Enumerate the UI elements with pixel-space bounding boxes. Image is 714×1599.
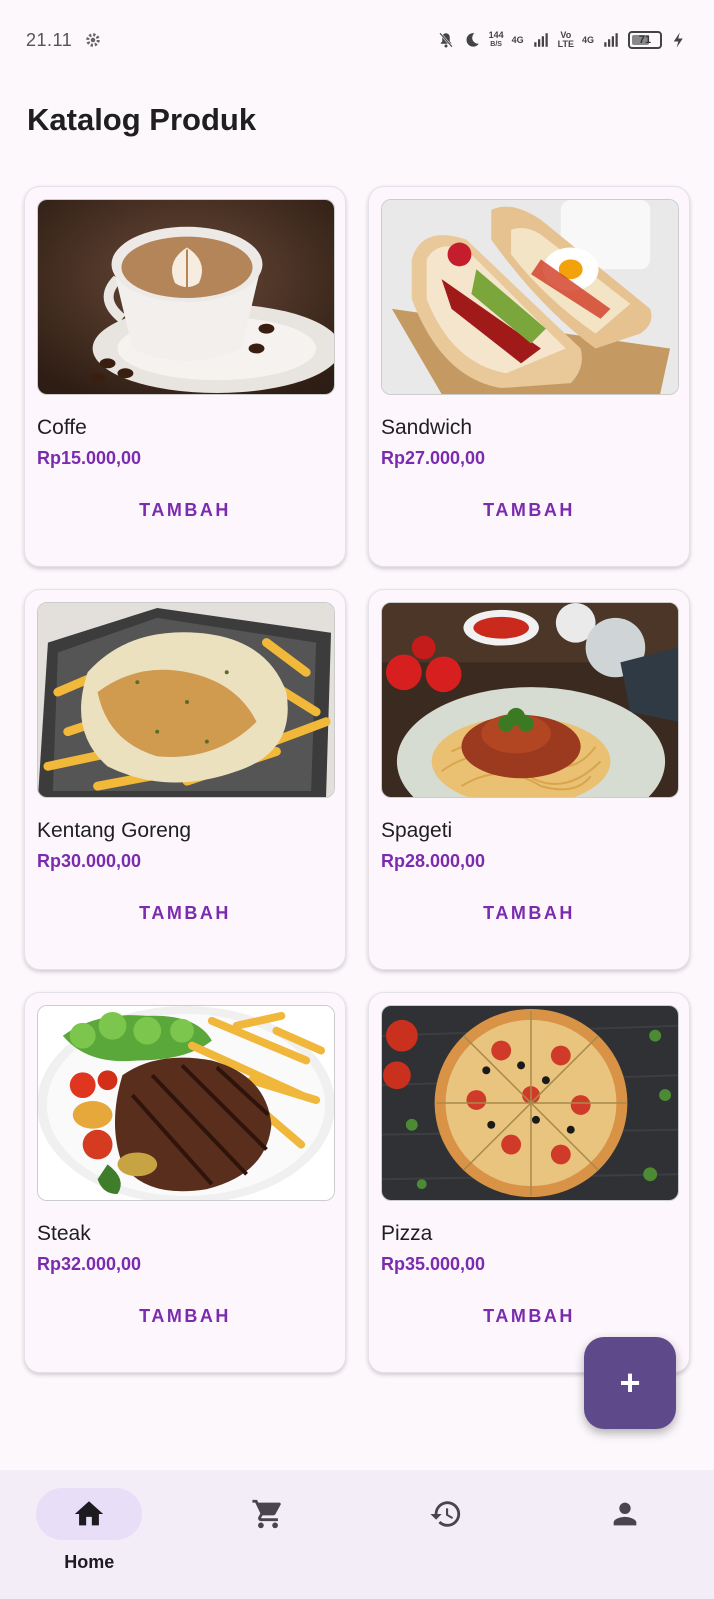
- product-name: Spageti: [381, 819, 453, 842]
- product-image-sandwich: [381, 199, 679, 395]
- product-name: Sandwich: [381, 416, 473, 439]
- product-price: Rp28.000,00: [381, 851, 486, 871]
- add-product-fab[interactable]: +: [584, 1337, 676, 1429]
- add-button[interactable]: TAMBAH: [37, 485, 333, 535]
- network-speed: 144 B/S: [488, 30, 504, 49]
- status-icons: 144 B/S 4G Vo LTE 4G 71: [437, 31, 688, 49]
- nav-item-profile[interactable]: [536, 1470, 714, 1599]
- status-time: 21.11: [26, 29, 73, 50]
- add-button[interactable]: TAMBAH: [381, 1291, 677, 1341]
- product-price: Rp27.000,00: [381, 448, 486, 468]
- settings-gear-icon: [86, 33, 100, 47]
- add-button[interactable]: TAMBAH: [37, 1291, 333, 1341]
- plus-icon: +: [619, 1362, 641, 1403]
- network-type-1: 4G: [511, 34, 524, 45]
- status-bar: 21.11 144 B/S 4G Vo LTE 4G 71: [0, 0, 714, 80]
- product-image-coffee: [37, 199, 335, 395]
- product-name: Coffe: [37, 416, 87, 439]
- product-name: Kentang Goreng: [37, 819, 192, 842]
- product-card: Kentang Goreng Rp30.000,00 TAMBAH: [24, 589, 346, 970]
- product-price: Rp32.000,00: [37, 1254, 142, 1274]
- product-card: Coffe Rp15.000,00 TAMBAH: [24, 186, 346, 567]
- page-title: Katalog Produk: [27, 102, 257, 137]
- product-name: Steak: [37, 1222, 91, 1245]
- nav-item-home[interactable]: Home: [0, 1470, 179, 1599]
- product-image-pizza: [381, 1005, 679, 1201]
- home-icon: [75, 1501, 104, 1526]
- moon-icon: [466, 33, 479, 47]
- product-image-fries: [37, 602, 335, 798]
- product-card: Pizza Rp35.000,00 TAMBAH: [368, 992, 690, 1373]
- add-button[interactable]: TAMBAH: [37, 888, 333, 938]
- charging-bolt-icon: [673, 32, 683, 48]
- product-name: Pizza: [381, 1222, 433, 1245]
- add-button[interactable]: TAMBAH: [381, 888, 677, 938]
- product-card: Steak Rp32.000,00 TAMBAH: [24, 992, 346, 1373]
- add-button[interactable]: TAMBAH: [381, 485, 677, 535]
- product-image-spaghetti: [381, 602, 679, 798]
- product-card: Sandwich Rp27.000,00 TAMBAH: [368, 186, 690, 567]
- nav-item-cart[interactable]: [179, 1470, 358, 1599]
- cart-icon: [252, 1499, 281, 1529]
- signal-icon-2: [604, 33, 618, 47]
- battery-indicator: 71: [628, 31, 662, 49]
- volte-indicator: Vo LTE: [557, 30, 574, 49]
- person-icon: [613, 1502, 637, 1526]
- product-price: Rp30.000,00: [37, 851, 142, 871]
- nav-label-home: Home: [64, 1552, 115, 1572]
- bottom-navigation: Home: [0, 1470, 714, 1599]
- product-price: Rp15.000,00: [37, 448, 142, 468]
- product-grid: Coffe Rp15.000,00 TAMBAH Sandwich Rp27.0…: [24, 186, 690, 1373]
- product-image-steak: [37, 1005, 335, 1201]
- network-type-2: 4G: [581, 34, 594, 45]
- bell-off-icon: [438, 32, 453, 48]
- nav-active-indicator: [36, 1488, 143, 1540]
- product-card: Spageti Rp28.000,00 TAMBAH: [368, 589, 690, 970]
- history-icon: [430, 1501, 461, 1527]
- nav-item-history[interactable]: [357, 1470, 536, 1599]
- product-price: Rp35.000,00: [381, 1254, 486, 1274]
- signal-icon: [533, 33, 548, 47]
